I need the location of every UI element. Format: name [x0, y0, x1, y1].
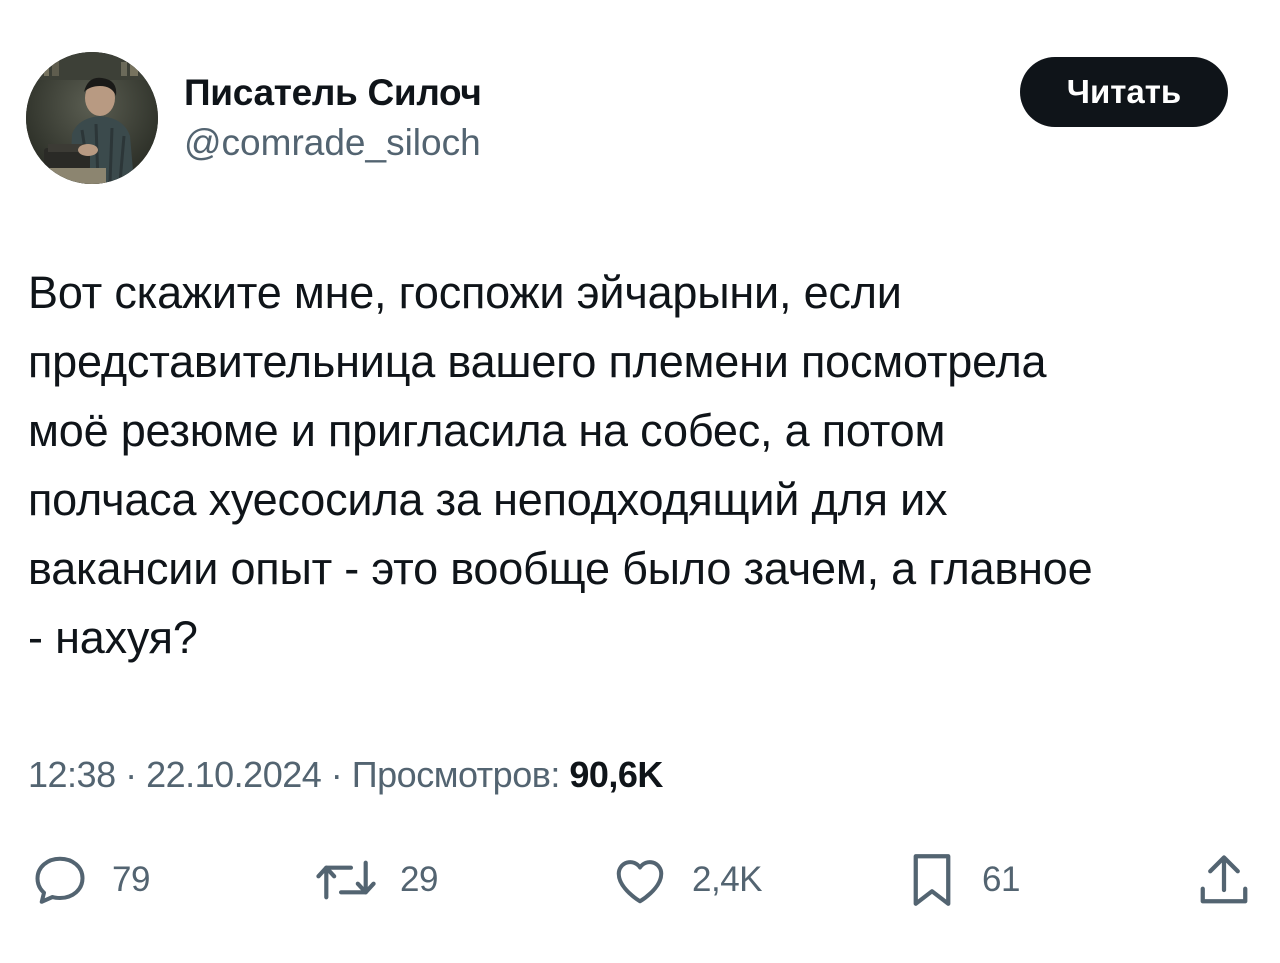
avatar-photo	[26, 52, 158, 184]
display-name[interactable]: Писатель Силоч	[184, 70, 482, 116]
like-count: 2,4K	[692, 860, 763, 899]
avatar[interactable]	[26, 52, 158, 184]
tweet-text: Вот скажите мне, госпожи эйчарыни, если …	[28, 267, 1093, 663]
bookmark-count: 61	[982, 860, 1020, 899]
follow-button[interactable]: Читать	[1020, 57, 1228, 127]
retweet-count: 29	[400, 860, 438, 899]
bookmark-icon	[913, 854, 951, 906]
user-handle[interactable]: @comrade_siloch	[184, 120, 482, 166]
tweet-date[interactable]: 22.10.2024	[146, 754, 322, 795]
tweet-time[interactable]: 12:38	[28, 754, 116, 795]
action-bar: 79 29 2,4K 61	[0, 850, 1280, 910]
tweet-meta: 12:38 · 22.10.2024 · Просмотров: 90,6K	[28, 752, 663, 798]
bookmark-button[interactable]: 61	[904, 850, 1020, 910]
meta-separator: ·	[321, 754, 352, 795]
views-label: Просмотров:	[351, 754, 561, 795]
reply-button[interactable]: 79	[30, 850, 150, 910]
views-count[interactable]: 90,6K	[569, 754, 663, 795]
retweet-icon	[316, 860, 376, 900]
reply-count: 79	[112, 860, 150, 899]
author-info: Писатель Силоч @comrade_siloch	[184, 70, 482, 166]
retweet-button[interactable]: 29	[314, 850, 438, 910]
share-icon	[1200, 855, 1248, 904]
share-button[interactable]	[1196, 850, 1252, 910]
like-button[interactable]: 2,4K	[610, 850, 763, 910]
reply-icon	[35, 856, 85, 904]
meta-separator: ·	[115, 754, 147, 795]
heart-icon	[616, 860, 664, 904]
